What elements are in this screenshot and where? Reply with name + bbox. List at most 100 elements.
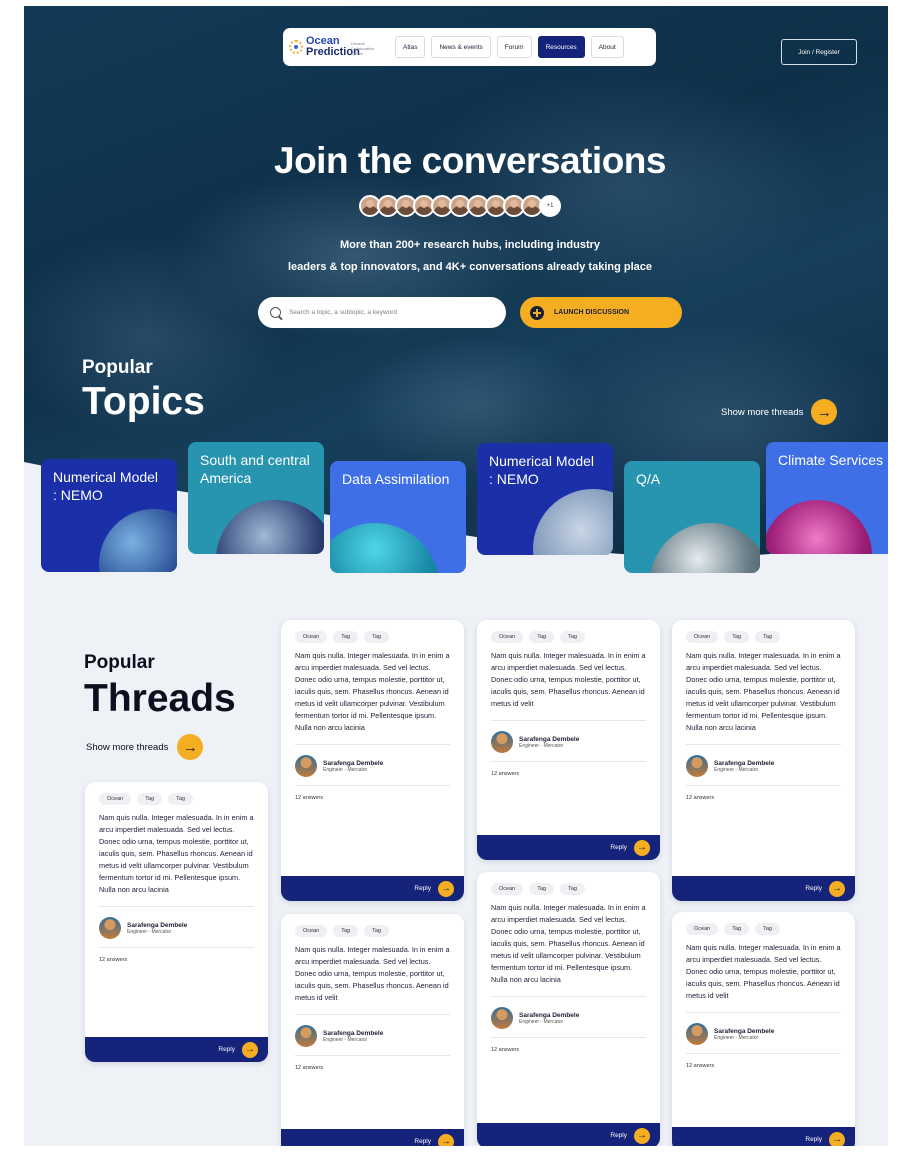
topics-heading-big: Topics	[82, 380, 205, 423]
answer-count: 12 answers	[686, 785, 841, 807]
tag-ocean[interactable]: Ocean	[491, 631, 524, 643]
avatar	[99, 917, 121, 939]
tag-ocean[interactable]: Ocean	[686, 631, 719, 643]
search-box	[258, 297, 506, 328]
nav-item-about[interactable]: About	[590, 36, 624, 58]
topic-card-south-central-america[interactable]: South and central America	[188, 442, 324, 554]
thread-card[interactable]: Ocean Tag Tag Nam quis nulla. Integer ma…	[672, 620, 855, 901]
topic-card-data-assimilation[interactable]: Data Assimilation	[330, 461, 466, 573]
arrow-right-icon: →	[634, 1127, 650, 1144]
author-name: Sarafenga Dembele	[127, 921, 188, 929]
tag[interactable]: Tag	[724, 923, 750, 935]
topic-card-label: Data Assimilation	[342, 471, 450, 487]
tag[interactable]: Tag	[529, 883, 555, 895]
author-role: Engineer - Mercator	[519, 742, 564, 749]
arrow-right-icon: →	[438, 880, 454, 897]
reply-button[interactable]: Reply →	[477, 1123, 660, 1146]
thread-body: Nam quis nulla. Integer malesuada. In in…	[295, 651, 450, 732]
launch-discussion-button[interactable]: LAUNCH DISCUSSION	[520, 297, 682, 328]
tag[interactable]: Tag	[560, 631, 585, 643]
show-more-threads-link[interactable]: Show more threads →	[86, 734, 204, 760]
tag[interactable]: Tag	[333, 925, 359, 937]
tag-ocean[interactable]: Ocean	[295, 925, 328, 937]
nav-item-resources[interactable]: Resources	[537, 36, 585, 58]
author-role: Engineer - Mercator	[714, 1034, 759, 1041]
hero-section: Ocean Prediction Decade Collaborative Ce…	[24, 6, 888, 592]
thread-card[interactable]: Ocean Tag Tag Nam quis nulla. Integer ma…	[477, 872, 660, 1146]
hero-subtitle-line1: More than 200+ research hubs, including …	[339, 239, 601, 251]
tag-list: Ocean Tag Tag	[672, 620, 855, 643]
author-role: Engineer - Mercator	[714, 766, 759, 773]
answer-count: 12 answers	[295, 1055, 450, 1077]
author-name: Sarafenga Dembele	[323, 759, 384, 767]
tag-ocean[interactable]: Ocean	[686, 923, 719, 935]
forum-page: Ocean Prediction Decade Collaborative Ce…	[24, 6, 888, 1146]
reply-button[interactable]: Reply →	[672, 1127, 855, 1146]
tag[interactable]: Tag	[529, 631, 555, 643]
thread-author: Sarafenga Dembele Engineer - Mercator	[686, 744, 841, 777]
logo[interactable]: Ocean Prediction Decade Collaborative Ce…	[289, 36, 379, 58]
tag[interactable]: Tag	[168, 793, 193, 805]
avatar	[491, 731, 513, 753]
arrow-right-icon: →	[242, 1041, 258, 1058]
tag[interactable]: Tag	[755, 923, 780, 935]
search-input[interactable]	[289, 309, 489, 316]
topic-card-label: Q/A	[636, 471, 661, 487]
reply-label: Reply	[414, 885, 431, 892]
reply-button[interactable]: Reply →	[85, 1037, 268, 1062]
tag-list: Ocean Tag Tag	[477, 620, 660, 643]
tag[interactable]: Tag	[333, 631, 359, 643]
show-more-topics-link[interactable]: Show more threads →	[721, 399, 838, 425]
tag[interactable]: Tag	[137, 793, 163, 805]
topic-card-qa[interactable]: Q/A	[624, 461, 760, 573]
author-role: Engineer - Mercator	[323, 766, 368, 773]
topics-heading-small: Popular	[82, 357, 153, 378]
tag[interactable]: Tag	[364, 631, 389, 643]
launch-discussion-label: LAUNCH DISCUSSION	[554, 309, 630, 316]
topic-card-numerical-model-2[interactable]: Numerical Model : NEMO	[477, 443, 613, 555]
arrow-right-icon: →	[829, 880, 845, 897]
show-more-topics-label: Show more threads	[721, 406, 804, 418]
reply-button[interactable]: Reply →	[281, 1129, 464, 1146]
thread-body: Nam quis nulla. Integer malesuada. In in…	[491, 651, 646, 708]
topic-card-climate-services[interactable]: Climate Services	[766, 442, 888, 554]
thread-author: Sarafenga Dembele Engineer - Mercator	[686, 1012, 841, 1045]
thread-body: Nam quis nulla. Integer malesuada. In in…	[99, 813, 254, 894]
threads-heading-small: Popular	[84, 652, 155, 673]
tag-ocean[interactable]: Ocean	[491, 883, 524, 895]
tag[interactable]: Tag	[755, 631, 780, 643]
reply-button[interactable]: Reply →	[477, 835, 660, 860]
nav-item-forum[interactable]: Forum	[496, 36, 532, 58]
tag-list: Ocean Tag Tag	[281, 914, 464, 937]
nav-item-atlas[interactable]: Atlas	[395, 36, 426, 58]
tag-ocean[interactable]: Ocean	[295, 631, 328, 643]
tag[interactable]: Tag	[724, 631, 750, 643]
thread-card[interactable]: Ocean Tag Tag Nam quis nulla. Integer ma…	[85, 782, 268, 1062]
show-more-threads-label: Show more threads	[86, 741, 169, 753]
author-role: Engineer - Mercator	[127, 928, 172, 935]
reply-button[interactable]: Reply →	[281, 876, 464, 901]
arrow-right-icon: →	[634, 839, 650, 856]
thread-body: Nam quis nulla. Integer malesuada. In in…	[686, 651, 841, 732]
thread-card[interactable]: Ocean Tag Tag Nam quis nulla. Integer ma…	[281, 914, 464, 1146]
tag-ocean[interactable]: Ocean	[99, 793, 132, 805]
logo-tagline: Decade Collaborative Centre	[351, 41, 375, 56]
plus-icon	[530, 305, 544, 320]
thread-card[interactable]: Ocean Tag Tag Nam quis nulla. Integer ma…	[672, 912, 855, 1146]
join-register-button[interactable]: Join / Register	[781, 39, 857, 65]
thread-body: Nam quis nulla. Integer malesuada. In in…	[295, 945, 450, 1002]
nav-item-news-events[interactable]: News & events	[431, 36, 491, 58]
topic-card-label: Numerical Model : NEMO	[53, 469, 159, 503]
thread-card[interactable]: Ocean Tag Tag Nam quis nulla. Integer ma…	[281, 620, 464, 901]
reply-button[interactable]: Reply →	[672, 876, 855, 901]
thread-body: Nam quis nulla. Integer malesuada. In in…	[686, 943, 841, 1000]
threads-heading-big: Threads	[84, 677, 236, 720]
globe-image	[216, 500, 324, 554]
topic-card-numerical-model-1[interactable]: Numerical Model : NEMO	[41, 459, 177, 572]
thread-card[interactable]: Ocean Tag Tag Nam quis nulla. Integer ma…	[477, 620, 660, 860]
tag[interactable]: Tag	[560, 883, 585, 895]
moon-image	[533, 489, 613, 555]
thread-author: Sarafenga Dembele Engineer - Mercator	[491, 996, 646, 1029]
tag[interactable]: Tag	[364, 925, 389, 937]
thread-author: Sarafenga Dembele Engineer - Mercator	[491, 720, 646, 753]
